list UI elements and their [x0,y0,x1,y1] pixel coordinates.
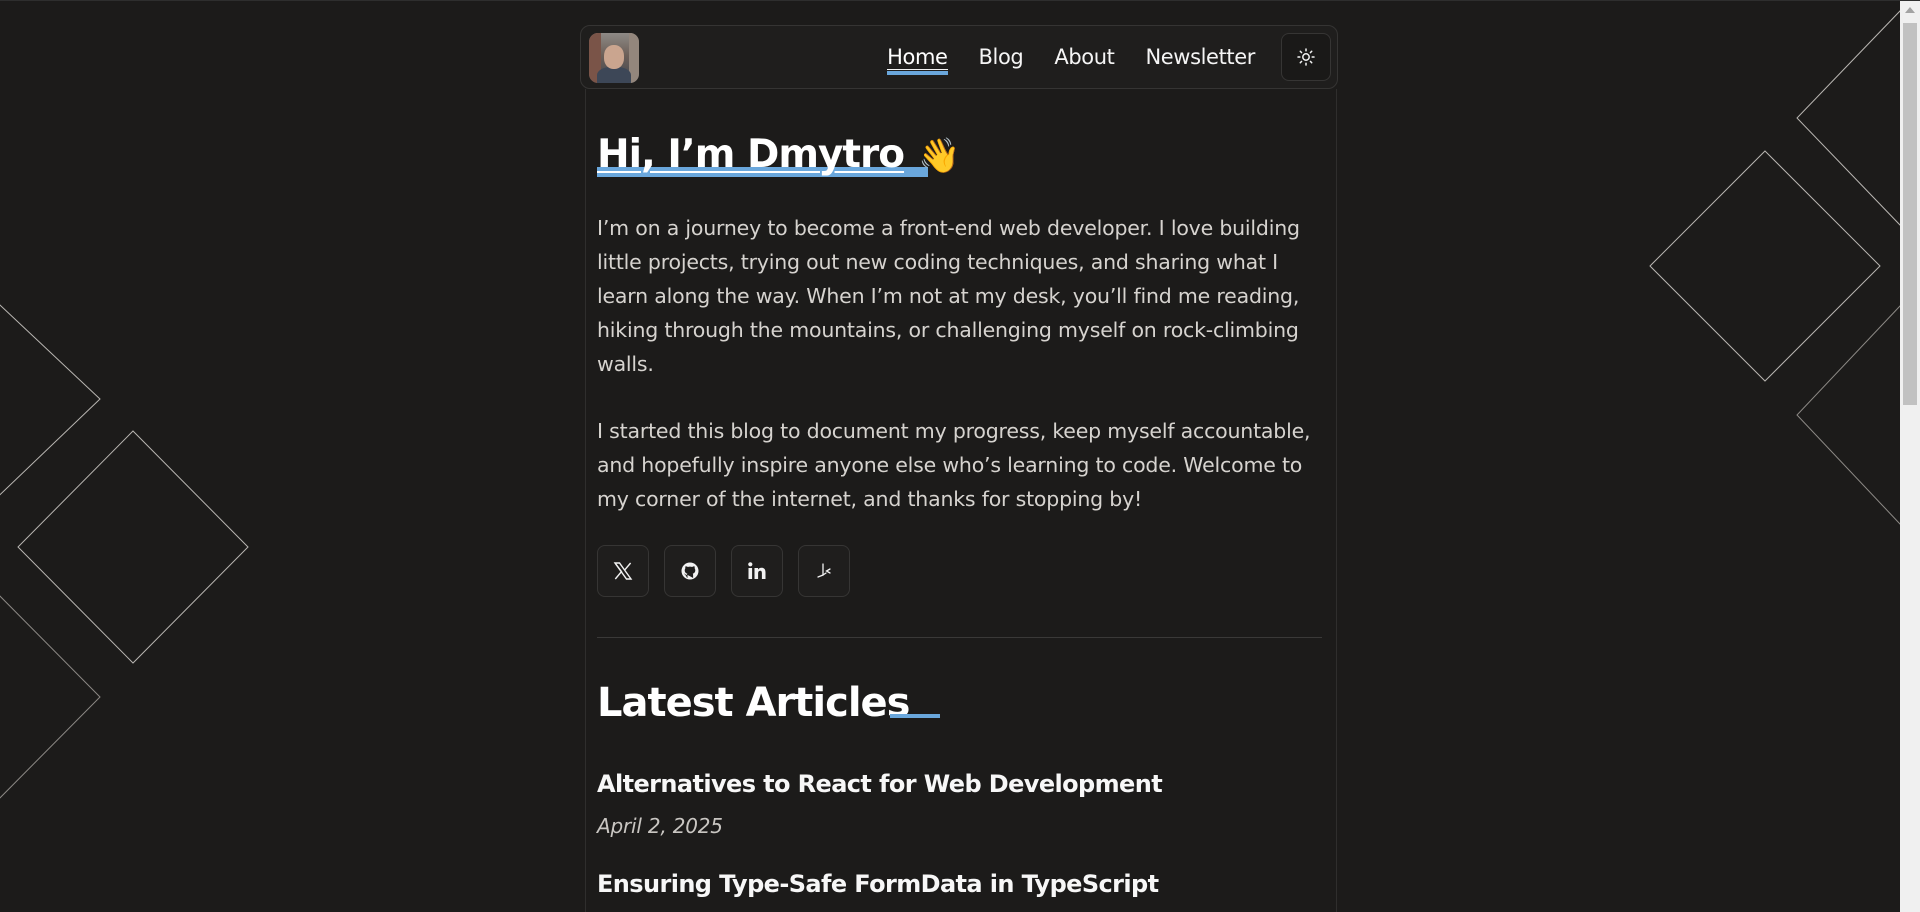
nav-home[interactable]: Home [887,46,948,75]
x-icon [613,562,633,580]
hero-title: Hi, I’m Dmytro 👋 [597,131,960,180]
site-header: Home Blog About Newsletter [580,25,1338,89]
deco-diamond [17,430,249,664]
x-link-button[interactable] [597,545,649,597]
avatar[interactable] [589,33,639,83]
linkedin-link-button[interactable] [731,545,783,597]
latest-articles-heading: Latest Articles [597,680,910,726]
sun-icon [1297,48,1315,66]
scrollbar-thumb[interactable] [1903,23,1917,405]
deco-diamond [0,595,101,799]
page-viewport: Home Blog About Newsletter Hi, I’m Dmytr… [0,0,1920,912]
main-nav: Home Blog About Newsletter [887,26,1255,88]
vertical-scrollbar[interactable] [1900,1,1920,912]
deco-diamond [0,304,101,496]
github-icon [681,562,699,580]
daily-dev-icon [817,563,831,578]
nav-about[interactable]: About [1054,46,1114,68]
deco-diamond [1796,10,1900,226]
article-title-link[interactable]: Alternatives to React for Web Developmen… [597,770,1163,798]
github-link-button[interactable] [664,545,716,597]
article-title-link[interactable]: Ensuring Type-Safe FormData in TypeScrip… [597,870,1159,898]
nav-blog[interactable]: Blog [979,46,1024,68]
hero-title-text: Hi, I’m Dmytro [597,132,905,177]
deco-diamond [1796,305,1900,525]
intro-paragraph: I’m on a journey to become a front-end w… [597,216,1300,376]
daily-dev-link-button[interactable] [798,545,850,597]
heading-accent-dash [890,714,940,718]
intro-paragraph: I started this blog to document my progr… [597,419,1311,511]
article-date: April 2, 2025 [597,814,723,838]
linkedin-icon [748,562,766,579]
nav-newsletter[interactable]: Newsletter [1145,46,1255,68]
theme-toggle-button[interactable] [1281,33,1331,81]
social-links [597,545,850,597]
section-divider [597,637,1322,638]
waving-hand-emoji: 👋 [918,136,960,176]
deco-diamond [1649,150,1881,382]
scroll-up-arrow-icon[interactable] [1905,7,1915,13]
